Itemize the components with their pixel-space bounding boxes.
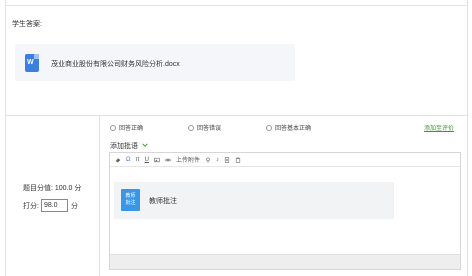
eraser-icon[interactable]	[115, 157, 121, 163]
option-correct[interactable]: 回答正确	[110, 123, 143, 132]
column-divider	[99, 115, 100, 276]
pi-icon[interactable]: π	[136, 157, 140, 163]
attachment-filename[interactable]: 茂业商业股份有限公司财务风险分析.docx	[51, 59, 180, 69]
grading-page: 学生答案: W 茂业商业股份有限公司财务风险分析.docx 题目分值: 100.…	[0, 0, 472, 276]
link-icon[interactable]	[165, 157, 171, 163]
student-answer-label: 学生答案:	[12, 21, 42, 28]
clipboard-icon[interactable]	[235, 157, 241, 163]
option-wrong[interactable]: 回答错误	[188, 123, 221, 132]
add-comment-label: 添加批语	[110, 143, 138, 150]
file-icon[interactable]	[224, 156, 230, 163]
teacher-comment-badge: 教师 批注	[121, 189, 140, 211]
score-unit: 分	[70, 202, 78, 210]
add-comment-toggle[interactable]: 添加批语	[110, 141, 148, 151]
teacher-comment-block: 教师 批注 教师批注	[114, 182, 394, 219]
editor-content-area[interactable]: 教师 批注 教师批注	[110, 166, 460, 254]
option-mostly-correct-label: 回答基本正确	[275, 126, 312, 132]
section-divider	[5, 115, 468, 116]
add-to-evaluation-link[interactable]: 添加至评价	[424, 123, 454, 132]
editor-footer	[110, 254, 460, 269]
location-pin-icon[interactable]	[205, 157, 211, 163]
underline-icon[interactable]: U	[145, 157, 149, 163]
top-divider	[5, 5, 468, 6]
option-wrong-label: 回答错误	[197, 126, 222, 132]
omega-icon[interactable]: Ω	[126, 157, 131, 163]
editor-toolbar: Ω π U 上传附件 ♪	[110, 153, 460, 166]
music-note-icon[interactable]: ♪	[216, 157, 219, 163]
option-mostly-correct[interactable]: 回答基本正确	[266, 123, 311, 132]
comment-editor[interactable]: Ω π U 上传附件 ♪ 教师 批注 教师批注	[109, 152, 461, 270]
word-doc-icon: W	[25, 54, 39, 72]
teacher-comment-text: 教师批注	[149, 198, 177, 205]
total-score-text: 题目分值: 100.0 分	[23, 185, 82, 192]
score-label: 打分:	[23, 202, 39, 210]
score-row: 打分: 98.0 分	[23, 199, 78, 212]
option-correct-label: 回答正确	[119, 126, 144, 132]
chevron-down-icon	[142, 143, 148, 147]
radio-icon[interactable]	[188, 124, 194, 131]
upload-attachment-button[interactable]: 上传附件	[176, 155, 200, 164]
radio-icon[interactable]	[110, 124, 116, 131]
score-input[interactable]: 98.0	[40, 199, 68, 212]
image-icon[interactable]	[154, 157, 160, 163]
radio-icon[interactable]	[266, 124, 272, 131]
attachment-card[interactable]: W 茂业商业股份有限公司财务风险分析.docx	[15, 44, 295, 81]
